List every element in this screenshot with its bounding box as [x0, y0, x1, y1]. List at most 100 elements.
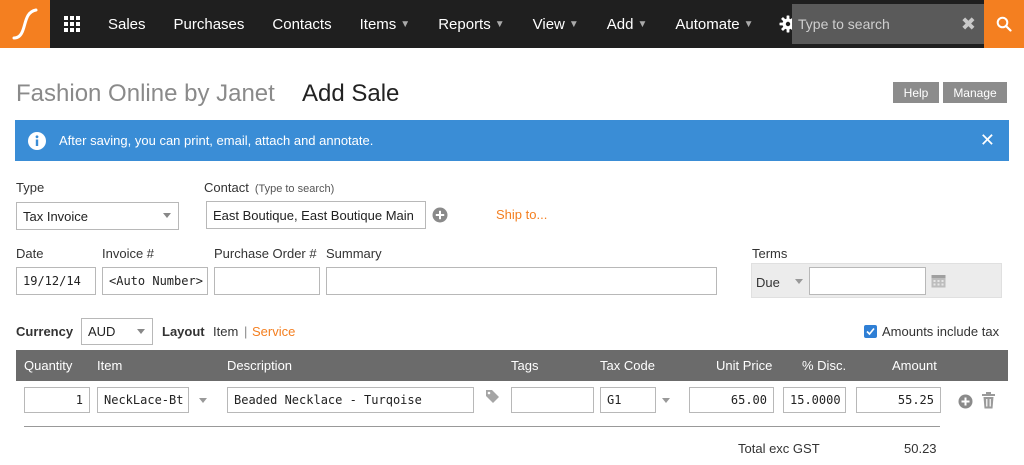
page-title: Add Sale — [302, 80, 400, 107]
column-header-description: Description — [227, 358, 293, 373]
chevron-down-icon — [795, 279, 803, 284]
nav-item-label: Add — [606, 15, 634, 33]
close-banner-icon[interactable]: ✕ — [980, 130, 995, 151]
nav-item-sales[interactable]: Sales — [94, 0, 160, 48]
unit-price-value: 65.00 — [730, 393, 767, 407]
nav-item-label: Reports — [438, 15, 491, 33]
help-button[interactable]: Help — [893, 82, 939, 103]
column-header-quantity: Quantity — [24, 358, 73, 373]
discount-field[interactable]: 15.0000 — [783, 387, 846, 413]
nav-item-label: View — [532, 15, 565, 33]
amounts-include-tax-checkbox[interactable] — [864, 325, 877, 338]
terms-label: Terms — [752, 246, 788, 261]
purchase-order-label: Purchase Order # — [214, 246, 317, 261]
discount-value: 15.0000 — [790, 393, 841, 407]
summary-field[interactable] — [326, 267, 717, 295]
date-label: Date — [16, 246, 44, 261]
search-button[interactable] — [984, 0, 1024, 48]
nav-item-view[interactable]: View ▼ — [519, 0, 593, 48]
terms-value: Due — [756, 274, 780, 290]
search-input[interactable] — [792, 4, 952, 44]
tax-code-field[interactable]: G1 — [600, 387, 656, 413]
add-row-icon[interactable] — [958, 394, 973, 409]
organization-name: Fashion Online by Janet — [16, 80, 275, 107]
chevron-down-icon: ▼ — [743, 18, 754, 30]
chevron-down-icon: ▼ — [568, 18, 579, 30]
trash-icon[interactable] — [981, 392, 996, 409]
type-value: Tax Invoice — [23, 208, 89, 224]
nav-item-contacts[interactable]: Contacts — [258, 0, 345, 48]
layout-service-option[interactable]: Service — [252, 324, 295, 339]
date-field[interactable]: 19/12/14 — [16, 267, 96, 295]
item-field[interactable]: NeckLace-Bt — [97, 387, 189, 413]
contact-label-text: Contact — [204, 180, 249, 195]
contact-input[interactable]: East Boutique, East Boutique Main — [206, 201, 426, 229]
chevron-down-icon[interactable] — [662, 398, 670, 403]
column-header-unit-price: Unit Price — [716, 358, 773, 373]
chevron-down-icon: ▼ — [400, 18, 411, 30]
tags-field[interactable] — [511, 387, 594, 413]
nav-item-items[interactable]: Items ▼ — [346, 0, 425, 48]
summary-label: Summary — [326, 246, 382, 261]
line-items-header: Quantity Item Description Tags Tax Code … — [16, 350, 1008, 381]
row-divider — [24, 426, 940, 427]
purchase-order-field[interactable] — [214, 267, 320, 295]
quantity-field[interactable]: 1 — [24, 387, 90, 413]
checkmark-icon — [866, 327, 875, 336]
global-search: ✖ — [792, 4, 984, 44]
currency-label: Currency — [16, 324, 74, 339]
layout-separator: | — [244, 324, 248, 339]
chevron-down-icon: ▼ — [494, 18, 505, 30]
chevron-down-icon — [163, 213, 171, 218]
nav-item-reports[interactable]: Reports ▼ — [424, 0, 518, 48]
nav-item-automate[interactable]: Automate ▼ — [661, 0, 767, 48]
currency-select[interactable]: AUD — [81, 318, 153, 345]
tax-code-value: G1 — [607, 393, 622, 407]
column-header-discount: % Disc. — [802, 358, 847, 373]
nav-item-purchases[interactable]: Purchases — [160, 0, 259, 48]
ship-to-link[interactable]: Ship to... — [496, 207, 547, 222]
clear-search-icon[interactable]: ✖ — [961, 4, 976, 44]
invoice-number-label: Invoice # — [102, 246, 155, 261]
chevron-down-icon[interactable] — [199, 398, 207, 403]
chevron-down-icon: ▼ — [637, 18, 648, 30]
nav-item-label: Items — [359, 15, 397, 33]
logo-swoosh-icon — [12, 8, 38, 40]
invoice-number-value: <Auto Number> — [109, 274, 203, 288]
add-contact-icon[interactable] — [432, 207, 448, 223]
quantity-value: 1 — [75, 393, 83, 407]
nav-item-label: Sales — [108, 15, 146, 33]
nav-item-label: Contacts — [272, 15, 332, 33]
terms-select[interactable]: Due — [756, 271, 806, 293]
column-header-tags: Tags — [511, 358, 539, 373]
amount-value: 55.25 — [897, 393, 934, 407]
banner-message: After saving, you can print, email, atta… — [59, 133, 374, 148]
date-value: 19/12/14 — [23, 274, 81, 288]
unit-price-field[interactable]: 65.00 — [689, 387, 774, 413]
total-exc-gst-value: 50.23 — [904, 441, 937, 456]
contact-label: Contact (Type to search) — [204, 180, 334, 195]
type-select[interactable]: Tax Invoice — [16, 202, 179, 230]
layout-item-option[interactable]: Item — [213, 324, 238, 339]
info-icon — [28, 131, 46, 150]
app-logo[interactable] — [0, 0, 50, 48]
description-field[interactable]: Beaded Necklace - Turqoise — [227, 387, 474, 413]
apps-menu[interactable] — [50, 0, 94, 48]
invoice-number-field[interactable]: <Auto Number> — [102, 267, 208, 295]
nav-item-label: Automate — [675, 15, 740, 33]
nav-item-label: Purchases — [173, 15, 245, 33]
total-exc-gst-label: Total exc GST — [738, 441, 820, 456]
column-header-tax-code: Tax Code — [600, 358, 655, 373]
calendar-icon[interactable] — [931, 273, 946, 288]
tag-icon[interactable] — [485, 389, 500, 404]
chevron-down-icon — [137, 329, 145, 334]
nav-item-add[interactable]: Add ▼ — [593, 0, 662, 48]
terms-days-field[interactable] — [809, 267, 926, 295]
column-header-item: Item — [97, 358, 123, 373]
currency-value: AUD — [88, 324, 116, 339]
amount-field[interactable]: 55.25 — [856, 387, 941, 413]
grid-icon — [64, 16, 80, 32]
manage-button[interactable]: Manage — [943, 82, 1007, 103]
item-value: NeckLace-Bt — [104, 393, 184, 407]
type-label: Type — [16, 180, 45, 195]
